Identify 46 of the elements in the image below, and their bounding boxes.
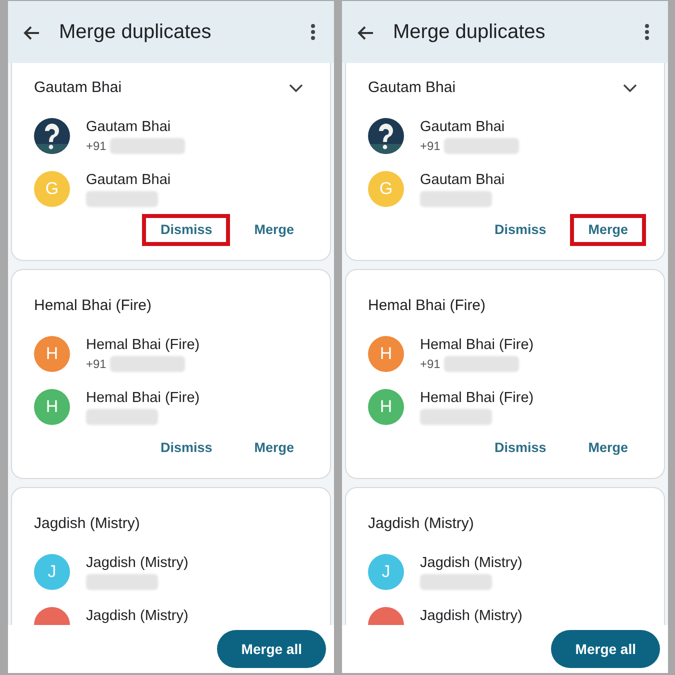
group-title: Hemal Bhai (Fire) (34, 296, 153, 316)
dismiss-button[interactable]: Dismiss (476, 214, 564, 246)
avatar: H (368, 389, 404, 425)
group-title: Gautam Bhai (368, 78, 457, 98)
avatar: H (34, 336, 70, 372)
contact-name: Gautam Bhai (86, 118, 172, 136)
merge-all-button[interactable]: Merge all (551, 630, 660, 668)
phone-prefix: +91 (420, 356, 440, 372)
contact-name: Hemal Bhai (Fire) (86, 336, 200, 354)
merge-button[interactable]: Merge (236, 214, 312, 246)
contact-name: Hemal Bhai (Fire) (420, 388, 534, 406)
screen-title: Merge duplicates (393, 20, 546, 45)
dismiss-button[interactable]: Dismiss (142, 214, 230, 246)
chevron-icon[interactable] (622, 82, 638, 94)
dismiss-button[interactable]: Dismiss (142, 432, 230, 464)
contact-name: Hemal Bhai (Fire) (420, 336, 534, 354)
avatar: G (34, 171, 70, 207)
more-options-icon[interactable] (644, 23, 650, 41)
avatar: H (34, 389, 70, 425)
avatar: G (368, 171, 404, 207)
contact-name: Gautam Bhai (420, 170, 505, 188)
contact-name: Jagdish (Mistry) (420, 606, 522, 624)
group-title: Hemal Bhai (Fire) (368, 296, 487, 316)
avatar: H (368, 336, 404, 372)
group-title: Jagdish (Mistry) (368, 514, 475, 534)
phone-prefix: +91 (86, 138, 106, 154)
merge-all-button[interactable]: Merge all (217, 630, 326, 668)
more-options-icon[interactable] (310, 23, 316, 41)
merge-button[interactable]: Merge (570, 214, 646, 246)
group-title: Gautam Bhai (34, 78, 123, 98)
merge-button[interactable]: Merge (570, 432, 646, 464)
avatar: J (34, 554, 70, 590)
phone-prefix: +91 (86, 356, 106, 372)
contact-name: Gautam Bhai (420, 118, 506, 136)
contact-name: Jagdish (Mistry) (86, 554, 188, 572)
screen-title: Merge duplicates (59, 20, 212, 45)
phone-prefix: +91 (420, 138, 440, 154)
contact-name: Hemal Bhai (Fire) (86, 388, 200, 406)
contact-name: Jagdish (Mistry) (86, 606, 188, 624)
group-title: Jagdish (Mistry) (34, 514, 141, 534)
contact-name: Jagdish (Mistry) (420, 554, 522, 572)
merge-button[interactable]: Merge (236, 432, 312, 464)
avatar: J (368, 554, 404, 590)
contact-name: Gautam Bhai (86, 170, 171, 188)
chevron-icon[interactable] (288, 82, 304, 94)
dismiss-button[interactable]: Dismiss (476, 432, 564, 464)
